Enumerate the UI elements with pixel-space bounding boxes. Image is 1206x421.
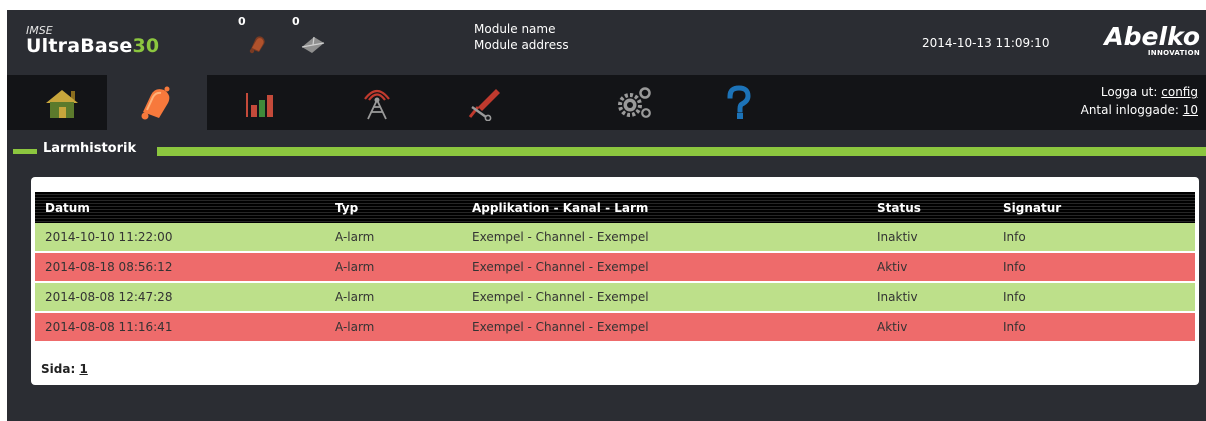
logout-line: Logga ut: config: [1081, 83, 1198, 101]
table-row[interactable]: 2014-08-18 08:56:12 A-larm Exempel - Cha…: [35, 252, 1195, 283]
brand-number: 30: [132, 35, 160, 57]
cell-status: Inaktiv: [877, 282, 1003, 313]
table-row[interactable]: 2014-10-10 11:22:00 A-larm Exempel - Cha…: [35, 223, 1195, 253]
cell-signature[interactable]: Info: [1003, 282, 1195, 313]
message-count: 0: [292, 15, 300, 28]
session-info: Logga ut: config Antal inloggade: 10: [1081, 83, 1198, 119]
home-icon: [46, 89, 78, 118]
main-nav: Logga ut: config Antal inloggade: 10: [7, 75, 1206, 130]
gears-icon: [618, 86, 651, 118]
nav-alarms[interactable]: [107, 75, 207, 130]
cell-type: A-larm: [335, 223, 472, 253]
cell-signature[interactable]: Info: [1003, 252, 1195, 283]
section-bar-left: [13, 149, 37, 154]
pagination: Sida: 1: [41, 362, 88, 376]
section-title: Larmhistorik: [43, 141, 137, 156]
datetime: 2014-10-13 11:09:10: [922, 36, 1050, 50]
column-header-date[interactable]: Datum: [35, 192, 335, 223]
alarm-count: 0: [238, 15, 246, 28]
cell-signature[interactable]: Info: [1003, 312, 1195, 343]
table-header-row: Datum Typ Applikation - Kanal - Larm Sta…: [35, 192, 1195, 223]
section-header: Larmhistorik: [7, 141, 1206, 159]
brand-name: UltraBase30: [26, 35, 159, 57]
alarm-history-table: Datum Typ Applikation - Kanal - Larm Sta…: [35, 192, 1195, 343]
logout-label: Logga ut:: [1100, 85, 1158, 99]
section-bar-right: [157, 147, 1206, 156]
cell-type: A-larm: [335, 282, 472, 313]
header: IMSE UltraBase30 0 0 Module name Module …: [7, 10, 1206, 75]
nav-help[interactable]: [689, 75, 789, 130]
nav-tools[interactable]: [434, 75, 534, 130]
nav-settings[interactable]: [585, 75, 685, 130]
pagination-label: Sida:: [41, 362, 76, 376]
cell-status: Aktiv: [877, 312, 1003, 343]
column-header-status[interactable]: Status: [877, 192, 1003, 223]
module-address-label: Module address: [474, 38, 569, 52]
cell-date: 2014-08-08 11:16:41: [35, 312, 335, 343]
page-link[interactable]: 1: [79, 362, 87, 376]
cell-date: 2014-08-18 08:56:12: [35, 252, 335, 283]
logout-user-link[interactable]: config: [1161, 85, 1198, 99]
cell-type: A-larm: [335, 252, 472, 283]
cell-type: A-larm: [335, 312, 472, 343]
cell-status: Aktiv: [877, 252, 1003, 283]
logo-text: Abelko: [1104, 22, 1200, 51]
column-header-signature[interactable]: Signatur: [1003, 192, 1195, 223]
nav-charts[interactable]: [210, 75, 310, 130]
cell-date: 2014-08-08 12:47:28: [35, 282, 335, 313]
antenna-icon: [364, 89, 390, 119]
cell-status: Inaktiv: [877, 223, 1003, 253]
column-header-application[interactable]: Applikation - Kanal - Larm: [472, 192, 877, 223]
cell-application: Exempel - Channel - Exempel: [472, 252, 877, 283]
cell-date: 2014-10-10 11:22:00: [35, 223, 335, 253]
bar-chart-icon: [246, 92, 273, 117]
help-icon: [727, 84, 751, 119]
column-header-type[interactable]: Typ: [335, 192, 472, 223]
cell-application: Exempel - Channel - Exempel: [472, 282, 877, 313]
logged-in-line: Antal inloggade: 10: [1081, 101, 1198, 119]
envelope-icon: [301, 36, 325, 53]
table-row[interactable]: 2014-08-08 12:47:28 A-larm Exempel - Cha…: [35, 282, 1195, 313]
logged-in-label: Antal inloggade:: [1080, 103, 1179, 117]
nav-home[interactable]: [12, 75, 112, 130]
alarm-history-panel: Datum Typ Applikation - Kanal - Larm Sta…: [31, 177, 1199, 385]
cell-application: Exempel - Channel - Exempel: [472, 223, 877, 253]
app-window: IMSE UltraBase30 0 0 Module name Module …: [7, 10, 1206, 421]
table-row[interactable]: 2014-08-08 11:16:41 A-larm Exempel - Cha…: [35, 312, 1195, 343]
tools-icon: [468, 88, 500, 121]
alarm-bell-icon: [141, 86, 170, 119]
cell-signature[interactable]: Info: [1003, 223, 1195, 253]
alarm-bell-small-icon: [249, 36, 265, 54]
cell-application: Exempel - Channel - Exempel: [472, 312, 877, 343]
module-name-label: Module name: [474, 22, 556, 36]
brand-name-text: UltraBase: [26, 35, 133, 57]
module-info: Module name Module address: [474, 21, 569, 53]
logged-in-count-link[interactable]: 10: [1183, 103, 1198, 117]
nav-communication[interactable]: [327, 75, 427, 130]
abelko-logo: Abelko INNOVATION: [1087, 22, 1200, 58]
